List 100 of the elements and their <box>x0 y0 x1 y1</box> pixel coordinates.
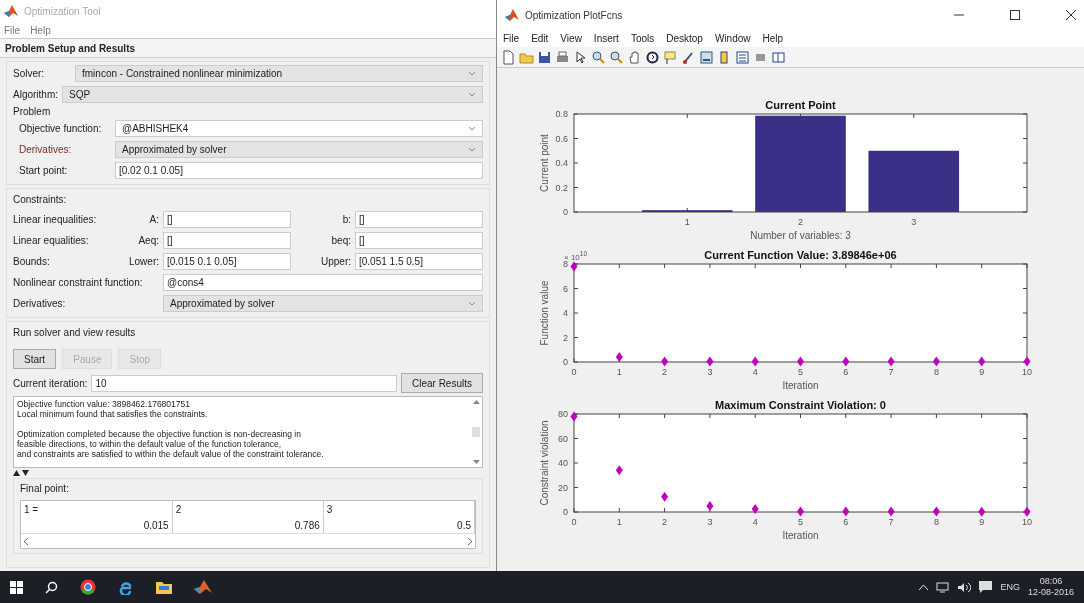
print-icon[interactable] <box>555 49 570 65</box>
language-indicator[interactable]: ENG <box>1000 582 1020 592</box>
column-header: 1 = <box>24 503 39 515</box>
axis-label: Current point <box>539 134 550 192</box>
speaker-icon[interactable] <box>957 581 972 593</box>
network-icon[interactable] <box>936 581 950 593</box>
input-field[interactable]: [0.015 0.1 0.05] <box>163 253 291 270</box>
message-line: feasible directions, to within the default value of the function tolerance, <box>17 439 283 449</box>
field-label: b: <box>341 214 351 225</box>
menu-item[interactable]: File <box>4 24 21 36</box>
tick-label: 0 <box>571 517 577 527</box>
folder-icon[interactable] <box>156 580 172 594</box>
tick-label: 1 <box>616 517 622 527</box>
splitter-arrows-icon[interactable] <box>13 470 29 476</box>
menu-item[interactable]: Help <box>762 33 784 44</box>
dropdown[interactable]: fmincon - Constrained nonlinear minimization <box>75 65 483 82</box>
field-label: Linear equalities: <box>13 235 90 246</box>
input-field[interactable]: [] <box>163 232 291 249</box>
start-icon[interactable] <box>10 580 23 594</box>
clock-time[interactable]: 08:06 <box>1039 576 1063 587</box>
input-field[interactable]: @cons4 <box>163 274 483 291</box>
tick-label: 80 <box>558 409 568 419</box>
window-title: Optimization PlotFcns <box>525 9 623 21</box>
scrollbar-thumb[interactable] <box>472 427 480 437</box>
axis-label: Function value <box>539 280 550 346</box>
tick-label: 0 <box>571 367 577 377</box>
menu-item[interactable]: View <box>560 33 582 44</box>
field-label: Linear inequalities: <box>13 214 98 225</box>
tick-label: 8 <box>933 517 939 527</box>
save-icon[interactable] <box>537 49 552 65</box>
dropdown[interactable]: @ABHISHEK4 <box>115 120 483 137</box>
input-field[interactable]: [] <box>163 211 291 228</box>
menu-item[interactable]: Tools <box>630 33 655 44</box>
message-line: Optimization completed because the objective function is non-decreasing in <box>17 429 302 439</box>
zoom-out-icon[interactable] <box>609 49 624 65</box>
rotate-icon[interactable] <box>645 49 660 65</box>
group-title: Final point: <box>20 482 70 496</box>
tick-label: 4 <box>752 517 758 527</box>
browser-icon[interactable] <box>80 579 96 595</box>
scroll-left-icon[interactable] <box>24 537 28 545</box>
peak-logo-icon[interactable] <box>194 579 212 595</box>
scroll-right-icon[interactable] <box>468 537 472 545</box>
section-title: Problem Setup and Results <box>5 42 136 54</box>
tick-label: 6 <box>843 517 849 527</box>
solver-button[interactable]: Start <box>13 349 57 369</box>
field-label: beq: <box>330 235 351 246</box>
table-cell: 0.786 <box>294 519 320 531</box>
dock-icon[interactable] <box>771 49 786 65</box>
tick-label: 1 <box>616 367 622 377</box>
pointer-icon[interactable] <box>573 49 588 65</box>
caret-up-icon[interactable] <box>919 584 929 590</box>
tick-label: 0.4 <box>555 158 568 168</box>
new-file-icon[interactable] <box>501 49 516 65</box>
menu-item[interactable]: Edit <box>531 33 549 44</box>
tick-label: 8 <box>563 259 568 269</box>
close-icon[interactable] <box>1066 10 1076 20</box>
message-icon[interactable] <box>979 581 993 593</box>
tick-label: 0 <box>563 207 568 217</box>
input-field[interactable]: [0.051 1.5 0.5] <box>355 253 483 270</box>
tick-label: 0.2 <box>555 182 568 193</box>
dropdown[interactable]: Approximated by solver <box>115 141 483 158</box>
menu-item[interactable]: Window <box>714 33 751 44</box>
tick-label: 5 <box>798 517 803 527</box>
clock-date[interactable]: 12-08-2016 <box>1027 587 1074 598</box>
menu-item[interactable]: Desktop <box>666 33 703 44</box>
field-label: Derivatives: <box>13 298 67 309</box>
field-label: Solver: <box>13 68 46 79</box>
tick-label: 3 <box>707 517 713 527</box>
maximize-icon[interactable] <box>1010 10 1020 20</box>
scroll-down-icon[interactable] <box>472 460 480 464</box>
zoom-in-icon[interactable] <box>591 49 606 65</box>
input-field[interactable]: 10 <box>91 374 397 392</box>
column-header: 2 <box>175 503 182 515</box>
chevron-icon <box>468 71 476 76</box>
field-label: Algorithm: <box>13 89 58 100</box>
search-icon[interactable] <box>45 580 58 594</box>
legend-icon[interactable] <box>735 49 750 65</box>
tick-label: 9 <box>979 517 985 527</box>
window-title: Optimization Tool <box>24 5 101 17</box>
dropdown[interactable]: Approximated by solver <box>163 295 483 312</box>
group-title: Problem <box>13 106 52 117</box>
tick-label: 6 <box>843 367 849 377</box>
browser-e-icon[interactable] <box>118 579 134 595</box>
menu-item[interactable]: Insert <box>593 33 619 44</box>
clear-results-button[interactable]: Clear Results <box>400 373 483 393</box>
tick-label: 0.8 <box>555 109 568 119</box>
field-label: Current iteration: <box>13 377 88 389</box>
chart-title: Maximum Constraint Violation: 0 <box>715 399 886 411</box>
menu-item[interactable]: File <box>503 33 520 44</box>
tick-label: 2 <box>798 217 803 227</box>
input-field[interactable]: [0.02 0.1 0.05] <box>115 162 483 179</box>
hand-icon[interactable] <box>627 49 642 65</box>
input-field[interactable]: [] <box>355 211 483 228</box>
tick-label: 20 <box>558 482 568 493</box>
tick-label: 0 <box>563 507 568 517</box>
menu-item[interactable]: Help <box>30 24 51 36</box>
dropdown[interactable]: SQP <box>62 86 483 103</box>
input-field[interactable]: [] <box>355 232 483 249</box>
scroll-up-icon[interactable] <box>472 400 480 404</box>
group-title: Run solver and view results <box>13 326 137 340</box>
